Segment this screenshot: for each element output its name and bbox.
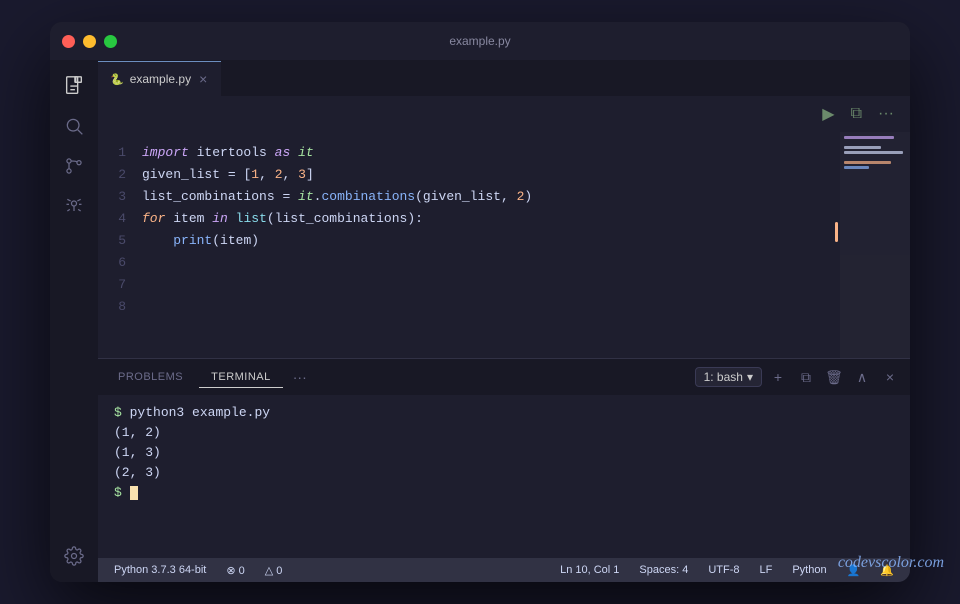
close-button[interactable] xyxy=(62,35,75,48)
tab-label: example.py xyxy=(130,72,191,86)
errors-status[interactable]: ⊗ 0 xyxy=(222,564,248,577)
spaces-label: Spaces: 4 xyxy=(639,564,688,576)
chevron-down-icon: ▾ xyxy=(747,370,753,384)
ln-col-status[interactable]: Ln 10, Col 1 xyxy=(556,564,623,576)
split-terminal-button[interactable]: ⧉ xyxy=(794,365,818,389)
watermark: codevscolor.com xyxy=(838,554,944,572)
line-ending-status[interactable]: LF xyxy=(756,564,777,576)
panel: PROBLEMS TERMINAL ··· 1: bash ▾ + ⧉ xyxy=(98,358,910,558)
panel-tab-bar: PROBLEMS TERMINAL ··· 1: bash ▾ + ⧉ xyxy=(98,359,910,395)
code-line-4: list_combinations = it.combinations(give… xyxy=(138,186,910,208)
activity-settings-icon[interactable] xyxy=(56,538,92,574)
language-status[interactable]: Python xyxy=(788,564,830,576)
maximize-button[interactable] xyxy=(104,35,117,48)
line-numbers: 1 2 3 4 5 6 7 8 xyxy=(98,132,138,358)
terminal-output-2: (1, 3) xyxy=(114,443,894,463)
terminal-cursor xyxy=(130,486,138,500)
activity-debug-icon[interactable] xyxy=(56,188,92,224)
panel-more-tabs-button[interactable]: ··· xyxy=(287,365,313,389)
run-button[interactable]: ▶ xyxy=(818,100,838,128)
python-file-icon: 🐍 xyxy=(110,73,124,86)
minimap xyxy=(840,132,910,358)
encoding-status[interactable]: UTF-8 xyxy=(704,564,743,576)
vscode-window: example.py xyxy=(50,22,910,582)
main-layout: 🐍 example.py × ▶ ⧉ ··· 1 2 3 4 5 xyxy=(50,60,910,582)
editor-toolbar: ▶ ⧉ ··· xyxy=(98,96,910,132)
terminal-prompt-2: $ xyxy=(114,485,122,500)
spaces-status[interactable]: Spaces: 4 xyxy=(635,564,692,576)
close-panel-button[interactable]: × xyxy=(878,365,902,389)
code-line-7: print(item) xyxy=(138,230,910,252)
python-version-label: Python 3.7.3 64-bit xyxy=(114,564,206,576)
activity-search-icon[interactable] xyxy=(56,108,92,144)
new-terminal-button[interactable]: + xyxy=(766,365,790,389)
code-editor[interactable]: 1 2 3 4 5 6 7 8 import itertools as it g… xyxy=(98,132,910,358)
terminal-prompt: $ xyxy=(114,405,122,420)
warnings-label: △ 0 xyxy=(265,564,283,577)
terminal-output-1: (1, 2) xyxy=(114,423,894,443)
activity-git-icon[interactable] xyxy=(56,148,92,184)
line-ending-label: LF xyxy=(760,564,773,576)
tab-example-py[interactable]: 🐍 example.py × xyxy=(98,61,221,96)
code-content[interactable]: import itertools as it given_list = [1, … xyxy=(138,132,910,358)
encoding-label: UTF-8 xyxy=(708,564,739,576)
minimap-content xyxy=(840,132,910,175)
scrollbar-marker xyxy=(835,222,838,242)
window-title: example.py xyxy=(449,34,510,48)
editor-area: 🐍 example.py × ▶ ⧉ ··· 1 2 3 4 5 xyxy=(98,60,910,582)
terminal-line-1: $ python3 example.py xyxy=(114,403,894,423)
maximize-panel-button[interactable]: ∧ xyxy=(850,365,874,389)
terminal-content[interactable]: $ python3 example.py (1, 2) (1, 3) (2, 3… xyxy=(98,395,910,558)
panel-controls: 1: bash ▾ + ⧉ 🗑 ∧ × xyxy=(695,365,902,389)
python-version-status[interactable]: Python 3.7.3 64-bit xyxy=(110,564,210,576)
tab-close-button[interactable]: × xyxy=(197,69,209,89)
code-line-1: import itertools as it xyxy=(138,142,910,164)
more-options-button[interactable]: ··· xyxy=(874,101,898,127)
status-bar: Python 3.7.3 64-bit ⊗ 0 △ 0 Ln 10, Col 1… xyxy=(98,558,910,582)
errors-label: ⊗ 0 xyxy=(226,564,244,577)
tab-terminal[interactable]: TERMINAL xyxy=(199,367,283,388)
terminal-output-3: (2, 3) xyxy=(114,463,894,483)
code-line-3: given_list = [1, 2, 3] xyxy=(138,164,910,186)
tab-bar: 🐍 example.py × xyxy=(98,60,910,96)
activity-bar xyxy=(50,60,98,582)
code-line-6: for item in list(list_combinations): xyxy=(138,208,910,230)
warnings-status[interactable]: △ 0 xyxy=(261,564,287,577)
terminal-line-2: $ xyxy=(114,483,894,503)
split-editor-button[interactable]: ⧉ xyxy=(847,101,866,127)
titlebar: example.py xyxy=(50,22,910,60)
language-label: Python xyxy=(792,564,826,576)
delete-terminal-button[interactable]: 🗑 xyxy=(822,365,846,389)
terminal-dropdown[interactable]: 1: bash ▾ xyxy=(695,367,762,387)
traffic-lights xyxy=(62,35,117,48)
tab-problems[interactable]: PROBLEMS xyxy=(106,367,195,387)
minimize-button[interactable] xyxy=(83,35,96,48)
activity-files-icon[interactable] xyxy=(56,68,92,104)
ln-col-label: Ln 10, Col 1 xyxy=(560,564,619,576)
activity-bar-bottom xyxy=(56,538,92,574)
